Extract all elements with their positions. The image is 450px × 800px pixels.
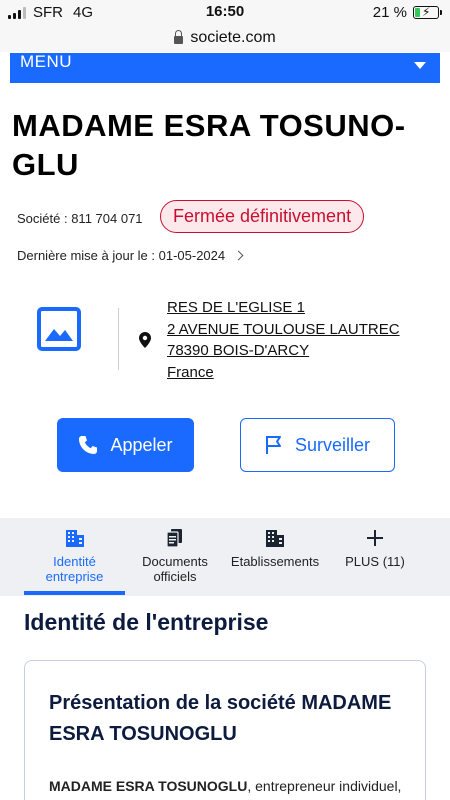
company-address[interactable]: RES DE L'EGLISE 1 2 AVENUE TOULOUSE LAUT…	[167, 297, 400, 383]
flag-icon	[265, 436, 281, 454]
lock-icon	[174, 30, 184, 44]
tab-label: PLUS (11)	[345, 554, 405, 569]
address-bar[interactable]: societe.com	[0, 24, 450, 52]
page-title-line2: GLU	[12, 147, 79, 182]
phone-icon	[79, 436, 98, 454]
tab-etablissements[interactable]: Etablissements	[224, 528, 326, 594]
watch-button[interactable]: Surveiller	[240, 418, 395, 472]
battery-icon: ⚡	[413, 5, 439, 19]
card-title-line1: Présentation de la société MADAME	[49, 692, 392, 714]
plus-icon	[367, 530, 383, 546]
card-body-text: , entrepreneur individuel,	[247, 778, 402, 794]
tab-plus[interactable]: PLUS (11)	[336, 528, 414, 594]
tab-identite[interactable]: Identité entreprise	[24, 528, 125, 594]
section-title: Identité de l'entreprise	[24, 609, 269, 635]
buildings-icon	[266, 530, 284, 547]
address-line[interactable]: RES DE L'EGLISE 1	[167, 297, 400, 319]
location-pin-icon	[139, 332, 151, 348]
menu-label: MENU	[20, 52, 73, 71]
documents-icon	[166, 529, 182, 548]
image-icon	[37, 307, 81, 351]
tab-label: Documents	[142, 554, 208, 569]
building-icon	[65, 530, 84, 547]
card-body-bold: MADAME ESRA TOSUNOGLU	[49, 778, 248, 794]
address-line[interactable]: 2 AVENUE TOULOUSE LAUTREC	[167, 319, 400, 341]
card-title-line2: ESRA TOSUNOGLU	[49, 723, 237, 745]
tab-label: Identité	[53, 554, 96, 569]
status-bar-right: 21 % ⚡	[373, 4, 442, 21]
active-tab-indicator	[24, 591, 125, 595]
chevron-down-icon	[414, 61, 426, 69]
page-title-line1: MADAME ESRA TOSUNO-	[12, 108, 406, 143]
charging-icon: ⚡	[422, 5, 431, 19]
card-body: MADAME ESRA TOSUNOGLU, entrepreneur indi…	[49, 778, 429, 794]
url-text: societe.com	[190, 29, 276, 46]
call-button-label: Appeler	[110, 434, 173, 455]
tab-label: Etablissements	[230, 554, 320, 569]
tab-documents[interactable]: Documents officiels	[130, 528, 220, 594]
chevron-right-icon	[233, 250, 244, 261]
last-update-link[interactable]: Dernière mise à jour le : 01-05-2024	[17, 248, 244, 263]
menu-bar[interactable]: MENU	[10, 52, 440, 83]
siren-number: Société : 811 704 071	[17, 211, 143, 226]
page-title: MADAME ESRA TOSUNO- GLU	[12, 106, 432, 184]
call-button[interactable]: Appeler	[57, 418, 194, 472]
card-title: Présentation de la société MADAME ESRA T…	[49, 688, 419, 750]
tab-label: officiels	[153, 569, 197, 584]
status-bar: SFR 4G 16:50 21 % ⚡	[0, 0, 450, 24]
tab-bar: Identité entreprise Documents officiels …	[0, 518, 450, 596]
last-update-text: Dernière mise à jour le : 01-05-2024	[17, 248, 226, 263]
battery-percent: 21 %	[372, 4, 407, 21]
address-line[interactable]: 78390 BOIS-D'ARCY	[167, 340, 400, 362]
divider	[118, 308, 119, 370]
status-badge: Fermée définitivement	[160, 200, 365, 233]
address-line[interactable]: France	[167, 362, 400, 384]
watch-button-label: Surveiller	[294, 434, 371, 455]
tab-label: entreprise	[45, 569, 104, 584]
